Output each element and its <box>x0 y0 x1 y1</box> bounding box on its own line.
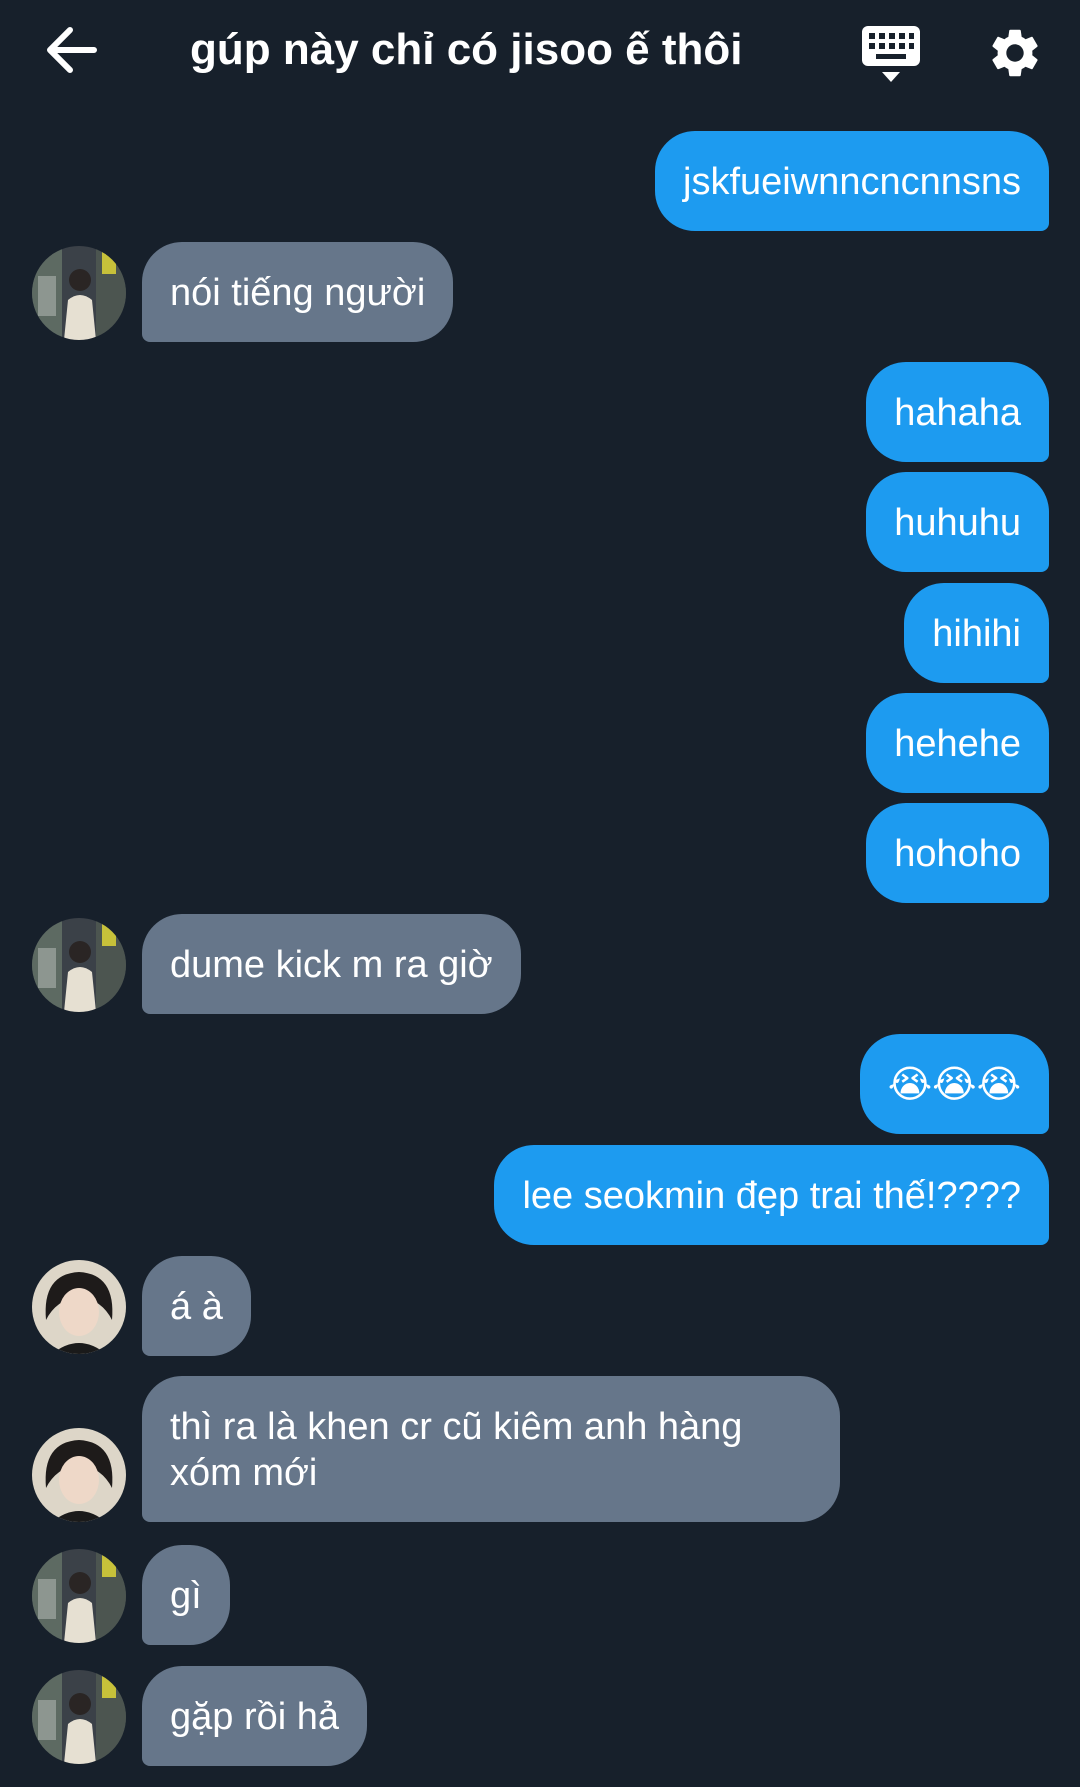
arrow-left-icon <box>47 27 97 73</box>
outgoing-message[interactable]: 😭😭😭 <box>859 1034 1049 1134</box>
avatar[interactable] <box>32 1549 126 1643</box>
outgoing-message[interactable]: lee seokmin đẹp trai thế!???? <box>494 1145 1049 1245</box>
back-button[interactable] <box>44 26 100 74</box>
chat-header: gúp này chỉ có jisoo ế thôi <box>0 0 1080 100</box>
avatar[interactable] <box>32 1260 126 1354</box>
avatar-photo-1 <box>32 246 126 340</box>
outgoing-message[interactable]: hehehe <box>866 693 1049 793</box>
outgoing-message[interactable]: hihihi <box>904 583 1049 683</box>
outgoing-message[interactable]: jskfueiwnncncnnsns <box>655 131 1049 231</box>
avatar-photo-1 <box>32 1670 126 1764</box>
outgoing-message[interactable]: hohoho <box>866 803 1049 903</box>
keyboard-icon <box>862 26 920 82</box>
outgoing-message[interactable]: hahaha <box>866 362 1049 462</box>
avatar-photo-2 <box>32 1260 126 1354</box>
avatar[interactable] <box>32 918 126 1012</box>
chat-title: gúp này chỉ có jisoo ế thôi <box>190 25 743 74</box>
incoming-message[interactable]: dume kick m ra giờ <box>142 914 521 1014</box>
incoming-message[interactable]: gặp rồi hả <box>142 1666 368 1766</box>
incoming-message[interactable]: thì ra là khen cr cũ kiêm anh hàng xóm m… <box>142 1376 840 1522</box>
incoming-message[interactable]: gì <box>142 1545 230 1645</box>
avatar-photo-1 <box>32 918 126 1012</box>
avatar-photo-1 <box>32 1549 126 1643</box>
avatar[interactable] <box>32 246 126 340</box>
settings-button[interactable] <box>986 24 1044 82</box>
outgoing-message[interactable]: huhuhu <box>866 472 1049 572</box>
gear-icon <box>992 29 1038 77</box>
avatar[interactable] <box>32 1670 126 1764</box>
incoming-message[interactable]: á à <box>142 1256 251 1356</box>
avatar[interactable] <box>32 1428 126 1522</box>
avatar-photo-2 <box>32 1428 126 1522</box>
keyboard-button[interactable] <box>860 24 922 84</box>
incoming-message[interactable]: nói tiếng người <box>142 242 454 342</box>
